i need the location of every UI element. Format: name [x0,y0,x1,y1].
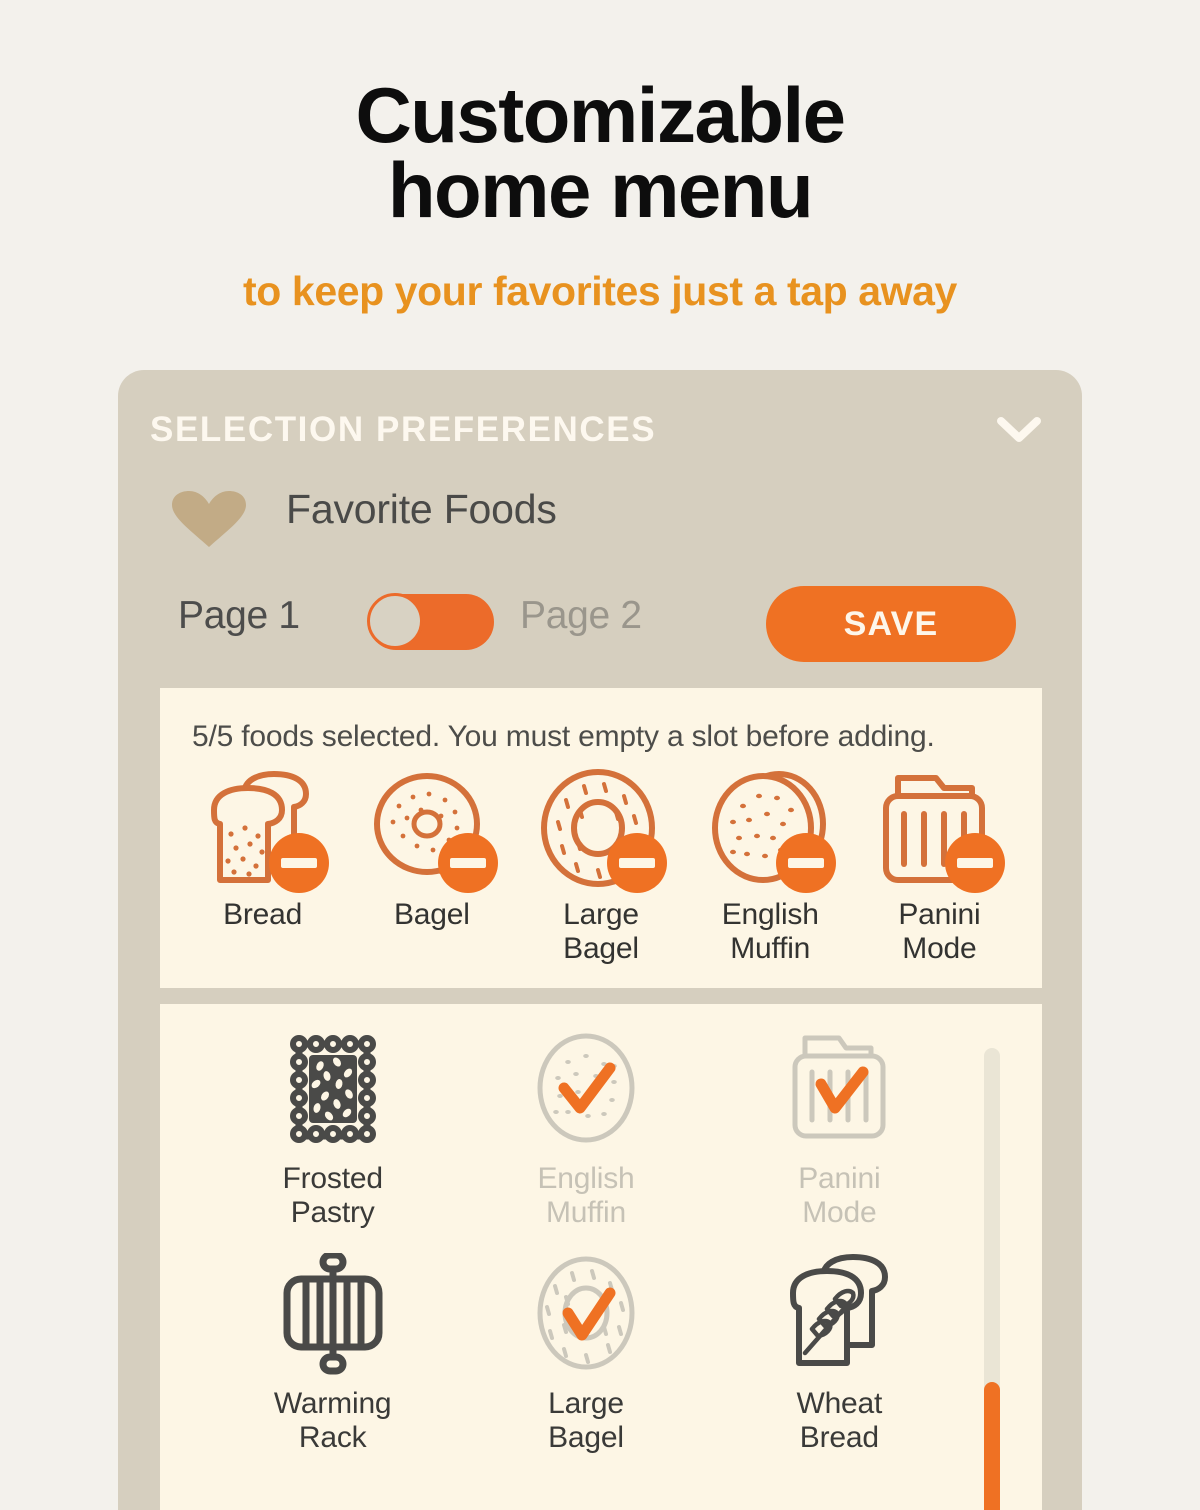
minus-badge-icon[interactable] [268,832,330,894]
available-item-frosted-pastry[interactable]: Frosted Pastry [206,1028,459,1229]
available-foods-panel: Frosted Pastry English Muffin Panini Mod… [160,1004,1042,1510]
available-item-label: Panini Mode [798,1162,881,1229]
bread-slices-icon [200,766,329,893]
selected-item-bagel[interactable]: Bagel [347,766,516,932]
selection-status-text: 5/5 foods selected. You must empty a slo… [192,720,935,753]
available-item-large-bagel[interactable]: Large Bagel [459,1253,712,1454]
selection-preferences-card: SELECTION PREFERENCES Favorite Foods Pag… [118,370,1082,1510]
page-title: Customizable home menu [0,76,1200,234]
page-subtitle: to keep your favorites just a tap away [243,268,957,314]
selected-item-english-muffin[interactable]: English Muffin [686,766,855,965]
available-item-warming-rack[interactable]: Warming Rack [206,1251,459,1454]
page-1-label[interactable]: Page 1 [178,594,300,638]
page-toggle-switch[interactable] [367,593,494,650]
bagel-icon [369,766,498,893]
card-header: SELECTION PREFERENCES [150,410,1050,454]
large-bagel-icon [538,766,667,893]
page-root: Customizable home menu to keep your favo… [0,0,1200,1510]
heart-icon [170,490,248,548]
available-foods-grid: Frosted Pastry English Muffin Panini Mod… [206,1028,966,1454]
frosted-pastry-icon [273,1028,393,1152]
selected-foods-row: Bread Bagel Large Bagel English Muffin P… [178,766,1024,976]
selected-item-label: Panini Mode [898,898,981,965]
chevron-down-icon[interactable] [996,414,1042,444]
selected-item-large-bagel[interactable]: Large Bagel [516,766,685,965]
selected-foods-panel: 5/5 foods selected. You must empty a slo… [160,688,1042,988]
available-item-label: Wheat Bread [796,1387,883,1454]
save-button[interactable]: SAVE [766,586,1016,662]
panini-press-icon [876,766,1006,893]
toggle-knob [367,593,423,649]
available-item-label: Warming Rack [273,1387,392,1454]
english-muffin-icon [526,1028,646,1152]
warming-rack-icon [273,1251,393,1377]
available-item-panini-mode[interactable]: Panini Mode [713,1028,966,1229]
minus-badge-icon[interactable] [944,832,1006,894]
section-header: Favorite Foods [170,486,1050,552]
section-label: Favorite Foods [286,486,557,532]
panini-press-icon [779,1028,899,1152]
selected-item-label: Large Bagel [563,898,639,965]
minus-badge-icon[interactable] [775,832,837,894]
available-item-label: English Muffin [537,1162,635,1229]
scrollbar-thumb[interactable] [984,1382,1000,1510]
available-item-label: Large Bagel [548,1387,624,1454]
selected-item-label: Bagel [393,898,470,931]
english-muffin-icon [707,766,837,893]
selected-item-label: English Muffin [721,898,819,965]
large-bagel-icon [526,1253,646,1377]
page-2-label[interactable]: Page 2 [520,594,642,638]
wheat-bread-icon [779,1253,899,1377]
selected-item-panini-mode[interactable]: Panini Mode [855,766,1024,965]
selected-item-label: Bread [223,898,303,931]
minus-badge-icon[interactable] [437,832,499,894]
available-item-label: Frosted Pastry [282,1162,384,1229]
pager-row: Page 1 Page 2 SAVE [150,582,1050,662]
card-title: SELECTION PREFERENCES [150,410,657,449]
page-title-line2: home menu [387,145,814,234]
available-item-english-muffin[interactable]: English Muffin [459,1028,712,1229]
minus-badge-icon[interactable] [606,832,668,894]
available-item-wheat-bread[interactable]: Wheat Bread [713,1253,966,1454]
selected-item-bread[interactable]: Bread [178,766,347,932]
